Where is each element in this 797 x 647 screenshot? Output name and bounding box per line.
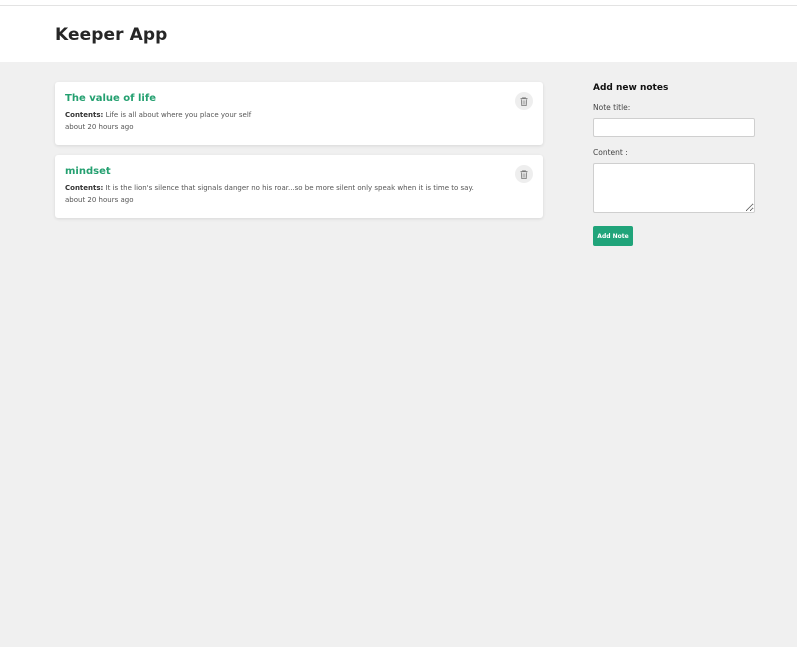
main-area: The value of life Contents: Life is all … bbox=[0, 62, 797, 647]
content-label: Content : bbox=[593, 148, 628, 157]
note-content: Contents: Life is all about where you pl… bbox=[65, 110, 533, 121]
add-note-button[interactable]: Add Note bbox=[593, 226, 633, 246]
note-content-text: It is the lion's silence that signals da… bbox=[105, 184, 474, 192]
note-content-label: Contents: bbox=[65, 184, 104, 192]
note-content-label: Contents: bbox=[65, 111, 104, 119]
note-title: The value of life bbox=[65, 93, 156, 104]
trash-icon bbox=[520, 96, 528, 106]
note-title-input[interactable] bbox=[593, 118, 755, 137]
note-timestamp: about 20 hours ago bbox=[65, 196, 134, 204]
add-note-form: Add new notes Note title: Content : Add … bbox=[593, 82, 755, 246]
delete-note-button[interactable] bbox=[515, 165, 533, 183]
note-content: Contents: It is the lion's silence that … bbox=[65, 183, 533, 194]
trash-icon bbox=[520, 169, 528, 179]
note-timestamp: about 20 hours ago bbox=[65, 123, 134, 131]
note-title-label: Note title: bbox=[593, 103, 631, 112]
delete-note-button[interactable] bbox=[515, 92, 533, 110]
note-title: mindset bbox=[65, 166, 111, 177]
form-heading: Add new notes bbox=[593, 83, 669, 93]
notes-list: The value of life Contents: Life is all … bbox=[55, 82, 543, 228]
note-card: The value of life Contents: Life is all … bbox=[55, 82, 543, 145]
note-card: mindset Contents: It is the lion's silen… bbox=[55, 155, 543, 218]
note-content-text: Life is all about where you place your s… bbox=[105, 111, 252, 119]
app-title: Keeper App bbox=[55, 25, 168, 45]
content-textarea[interactable] bbox=[593, 163, 755, 213]
app-header: Keeper App bbox=[0, 6, 797, 62]
